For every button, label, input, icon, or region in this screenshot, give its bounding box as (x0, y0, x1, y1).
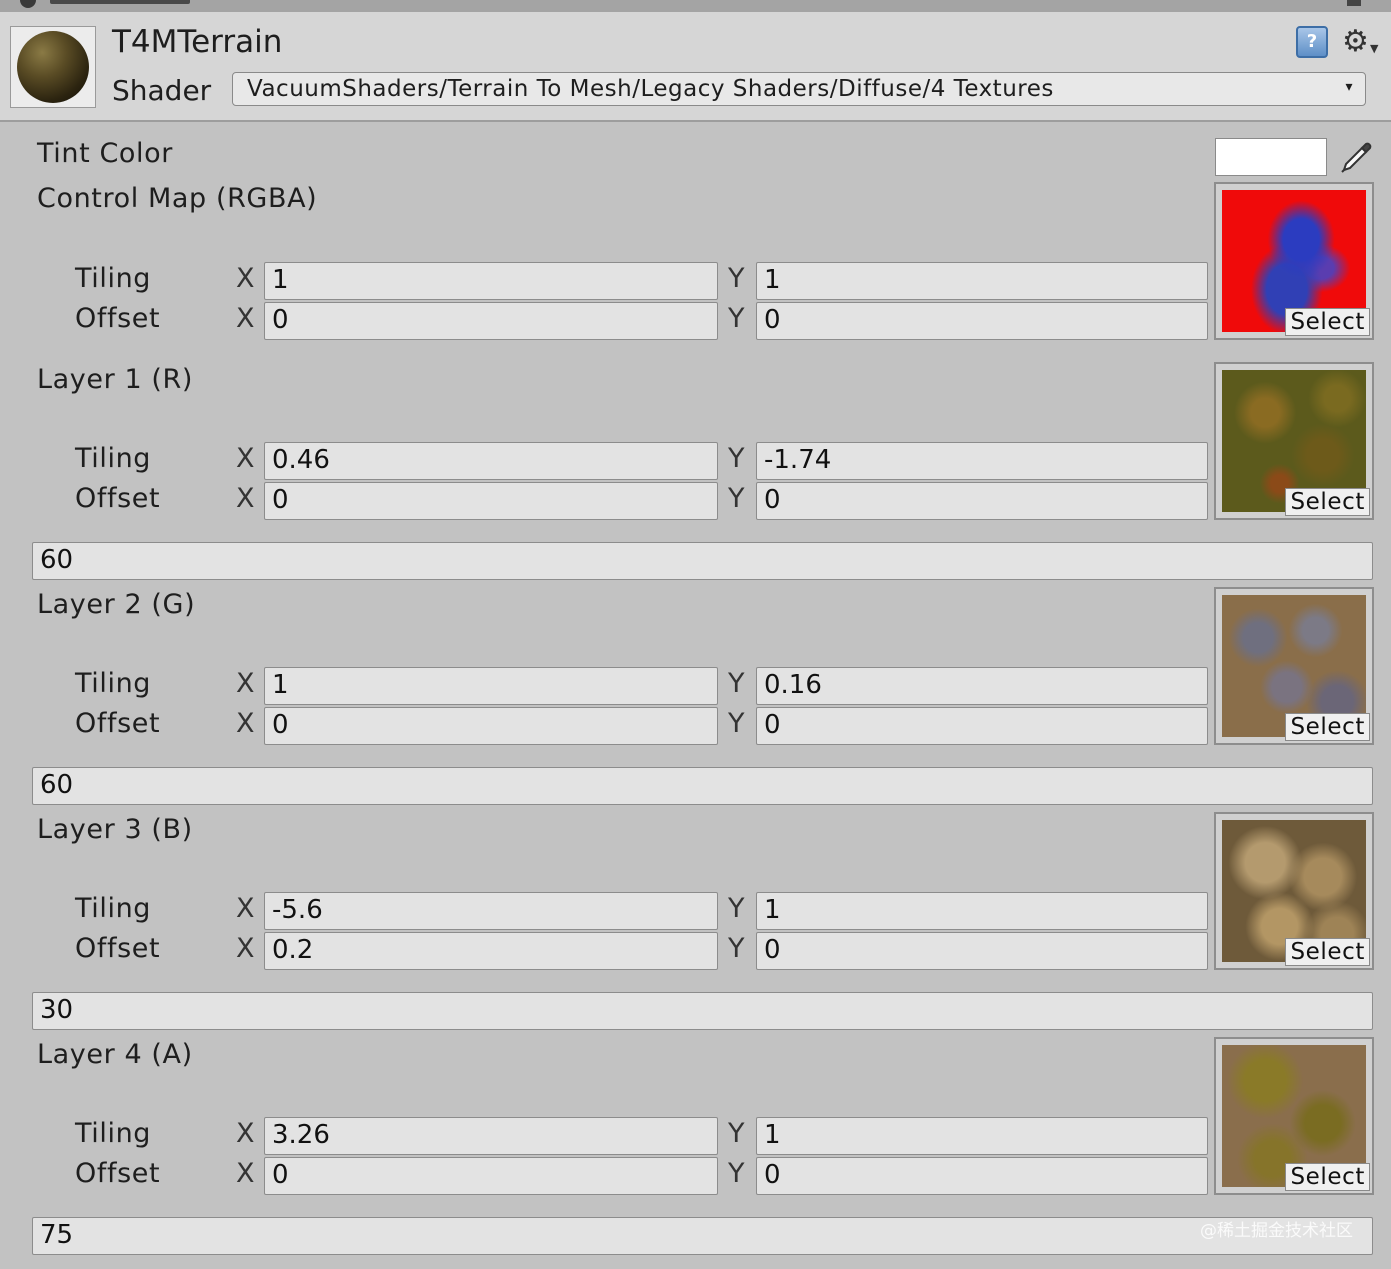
tiling-y-label: Y (728, 668, 745, 699)
layer3-value-field[interactable]: 30 (32, 992, 1373, 1030)
layer3-tiling-x-field[interactable]: -5.6 (264, 892, 718, 930)
tiling-y-label: Y (728, 1118, 745, 1149)
offset-y-label: Y (728, 483, 745, 514)
tiling-x-label: X (236, 1118, 255, 1149)
tiling-x-label: X (236, 263, 255, 294)
layer2-tiling-y-field[interactable]: 0.16 (756, 667, 1208, 705)
control-map-offset-x-field[interactable]: 0 (264, 302, 718, 340)
offset-y-label: Y (728, 303, 745, 334)
offset-x-label: X (236, 303, 255, 334)
layer4-texture-slot[interactable]: Select (1214, 1037, 1374, 1195)
layer1-texture-slot[interactable]: Select (1214, 362, 1374, 520)
layer4-tiling-y-field[interactable]: 1 (756, 1117, 1208, 1155)
layer2-offset-y-field[interactable]: 0 (756, 707, 1208, 745)
control-map-tiling-label: Tiling (75, 263, 152, 294)
layer3-offset-y-field[interactable]: 0 (756, 932, 1208, 970)
layer4-offset-label: Offset (75, 1158, 161, 1189)
inspector-tab-icon (20, 0, 36, 8)
layer4-label: Layer 4 (A) (37, 1039, 193, 1070)
material-header: T4MTerrain Shader VacuumShaders/Terrain … (0, 12, 1391, 122)
control-map-texture-slot[interactable]: Select (1214, 182, 1374, 340)
offset-x-label: X (236, 1158, 255, 1189)
layer3-select-button[interactable]: Select (1285, 938, 1370, 966)
tiling-y-label: Y (728, 263, 745, 294)
layer1-label: Layer 1 (R) (37, 364, 194, 395)
layer2-texture-slot[interactable]: Select (1214, 587, 1374, 745)
layer2-offset-x-field[interactable]: 0 (264, 707, 718, 745)
layer1-select-button[interactable]: Select (1285, 488, 1370, 516)
layer2-select-button[interactable]: Select (1285, 713, 1370, 741)
layer1-offset-label: Offset (75, 483, 161, 514)
gear-icon[interactable]: ⚙ (1342, 24, 1369, 59)
tiling-x-label: X (236, 893, 255, 924)
layer3-texture-slot[interactable]: Select (1214, 812, 1374, 970)
offset-x-label: X (236, 483, 255, 514)
control-map-tiling-y-field[interactable]: 1 (756, 262, 1208, 300)
layer1-tiling-y-field[interactable]: -1.74 (756, 442, 1208, 480)
shader-label: Shader (112, 74, 212, 107)
layer4-value-field[interactable]: 75 (32, 1217, 1373, 1255)
watermark: @稀土掘金技术社区 (1200, 1221, 1353, 1241)
help-book-icon[interactable]: ? (1296, 26, 1328, 58)
layer1-tiling-x-field[interactable]: 0.46 (264, 442, 718, 480)
shader-value: VacuumShaders/Terrain To Mesh/Legacy Sha… (247, 76, 1054, 102)
layer4-tiling-x-field[interactable]: 3.26 (264, 1117, 718, 1155)
chevron-down-icon: ▾ (1345, 79, 1353, 95)
shader-dropdown[interactable]: VacuumShaders/Terrain To Mesh/Legacy Sha… (232, 72, 1366, 106)
layer3-offset-label: Offset (75, 933, 161, 964)
layer4-tiling-label: Tiling (75, 1118, 152, 1149)
control-map-offset-label: Offset (75, 303, 161, 334)
material-name: T4MTerrain (112, 24, 283, 60)
layer3-label: Layer 3 (B) (37, 814, 193, 845)
control-map-tiling-x-field[interactable]: 1 (264, 262, 718, 300)
inspector-tab[interactable] (50, 0, 190, 4)
layer4-offset-y-field[interactable]: 0 (756, 1157, 1208, 1195)
material-sphere-icon (17, 31, 89, 103)
layer4-select-button[interactable]: Select (1285, 1163, 1370, 1191)
layer2-tiling-x-field[interactable]: 1 (264, 667, 718, 705)
tiling-x-label: X (236, 443, 255, 474)
offset-y-label: Y (728, 708, 745, 739)
eyedropper-icon[interactable] (1336, 136, 1376, 176)
offset-y-label: Y (728, 933, 745, 964)
layer2-offset-label: Offset (75, 708, 161, 739)
tiling-y-label: Y (728, 443, 745, 474)
tint-color-swatch[interactable] (1215, 138, 1327, 176)
layer4-offset-x-field[interactable]: 0 (264, 1157, 718, 1195)
offset-x-label: X (236, 708, 255, 739)
control-map-offset-y-field[interactable]: 0 (756, 302, 1208, 340)
control-map-label: Control Map (RGBA) (37, 183, 318, 214)
gear-dropdown-caret-icon[interactable]: ▼ (1370, 42, 1378, 55)
tiling-y-label: Y (728, 893, 745, 924)
offset-x-label: X (236, 933, 255, 964)
layer1-tiling-label: Tiling (75, 443, 152, 474)
layer3-offset-x-field[interactable]: 0.2 (264, 932, 718, 970)
layer3-tiling-y-field[interactable]: 1 (756, 892, 1208, 930)
layer3-tiling-label: Tiling (75, 893, 152, 924)
layer2-label: Layer 2 (G) (37, 589, 196, 620)
offset-y-label: Y (728, 1158, 745, 1189)
control-map-select-button[interactable]: Select (1285, 308, 1370, 336)
layer1-value-field[interactable]: 60 (32, 542, 1373, 580)
tiling-x-label: X (236, 668, 255, 699)
layer2-tiling-label: Tiling (75, 668, 152, 699)
layer1-offset-y-field[interactable]: 0 (756, 482, 1208, 520)
layer2-value-field[interactable]: 60 (32, 767, 1373, 805)
tint-color-label: Tint Color (37, 138, 173, 169)
material-preview (10, 26, 96, 108)
layer1-offset-x-field[interactable]: 0 (264, 482, 718, 520)
window-menu-icon[interactable] (1347, 0, 1361, 6)
